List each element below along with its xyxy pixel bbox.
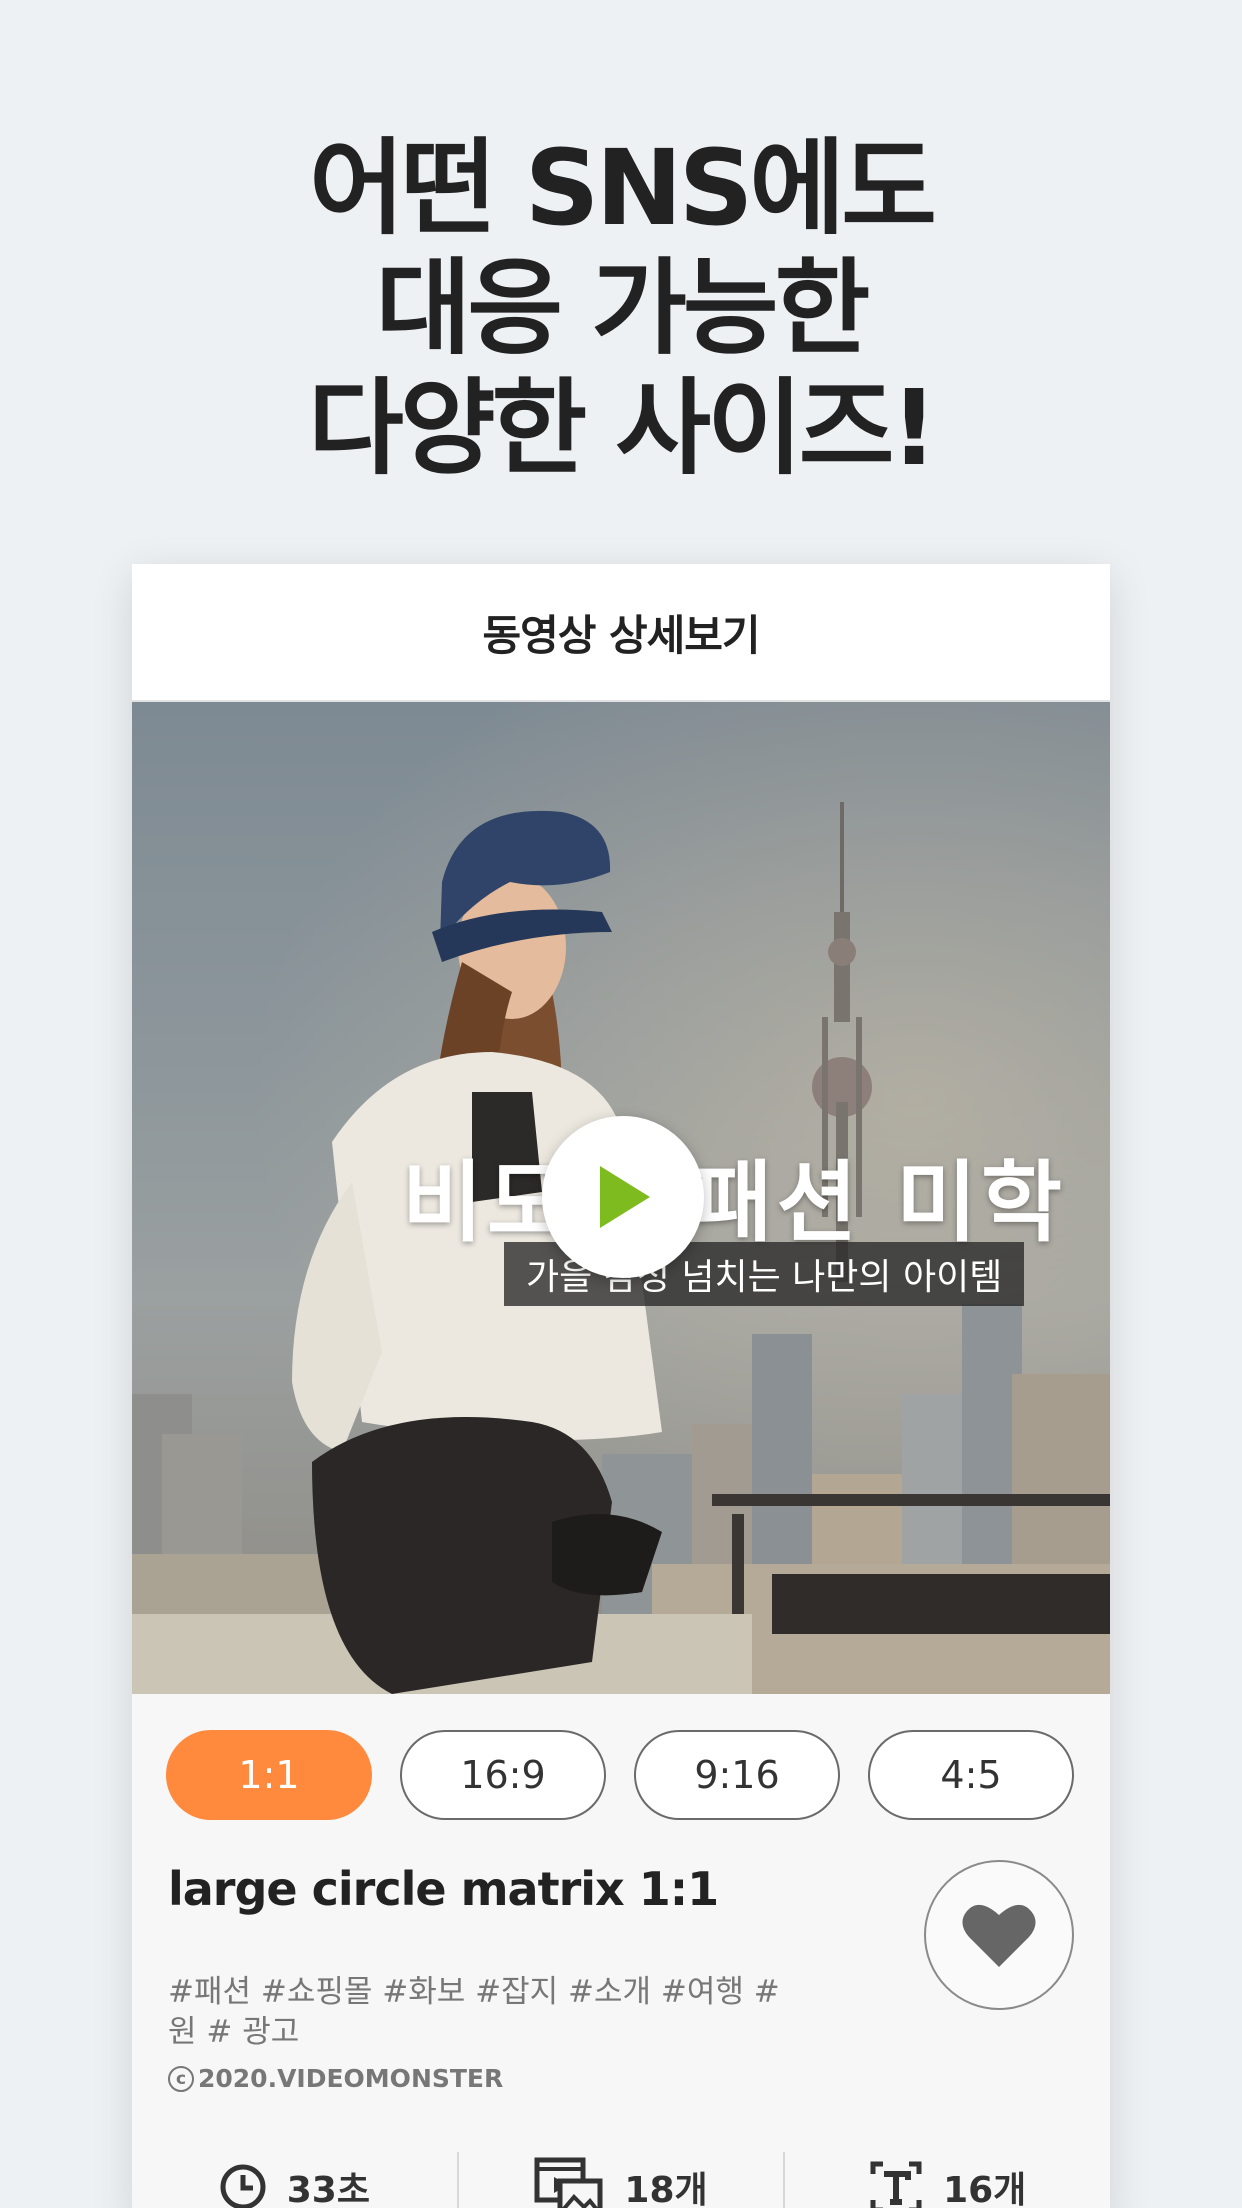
card-header-title: 동영상 상세보기 bbox=[482, 610, 760, 660]
template-title: large circle matrix 1:1 bbox=[168, 1862, 719, 1916]
ratio-label: 16:9 bbox=[460, 1753, 546, 1797]
card-header: 동영상 상세보기 bbox=[132, 564, 1110, 702]
like-button[interactable] bbox=[924, 1860, 1074, 2010]
ratio-label: 9:16 bbox=[694, 1753, 780, 1797]
stat-duration-value: 33초 bbox=[286, 2170, 370, 2208]
video-preview[interactable]: 비도시 패션 미학 가을 감성 넘치는 나만의 아이템 bbox=[132, 702, 1110, 1694]
copyright-text: 2020.VIDEOMONSTER bbox=[198, 2064, 504, 2093]
ratio-selector: 1:1 16:9 9:16 4:5 bbox=[166, 1730, 1074, 1820]
ratio-label: 1:1 bbox=[238, 1753, 300, 1797]
ratio-9-16-button[interactable]: 9:16 bbox=[634, 1730, 840, 1820]
text-icon bbox=[870, 2161, 922, 2208]
template-stats: 33초 18개 16개 bbox=[132, 2152, 1110, 2208]
headline-line-1: 어떤 SNS에도 bbox=[309, 127, 937, 249]
headline: 어떤 SNS에도 대응 가능한 다양한 사이즈! bbox=[0, 128, 1242, 488]
copyright-icon: c bbox=[168, 2065, 194, 2092]
stat-text: 16개 bbox=[785, 2152, 1110, 2208]
ratio-label: 4:5 bbox=[940, 1753, 1002, 1797]
video-overlay-title: 비도시 패션 미학 bbox=[402, 1151, 1066, 1254]
stat-text-value: 16개 bbox=[943, 2170, 1027, 2208]
media-icon bbox=[534, 2157, 603, 2208]
headline-line-2: 대응 가능한 bbox=[375, 247, 871, 369]
stat-duration: 33초 bbox=[132, 2152, 459, 2208]
stat-media-value: 18개 bbox=[624, 2170, 708, 2208]
ratio-16-9-button[interactable]: 16:9 bbox=[400, 1730, 606, 1820]
hashtags: #패션 #쇼핑몰 #화보 #잡지 #소개 #여행 #원 # 광고 bbox=[168, 1974, 780, 2050]
clock-icon bbox=[220, 2164, 266, 2208]
ratio-4-5-button[interactable]: 4:5 bbox=[868, 1730, 1074, 1820]
video-detail-card: 동영상 상세보기 비도시 패션 미학 가을 감성 넘치는 나만의 아이템 1:1… bbox=[132, 564, 1110, 2208]
heart-icon bbox=[962, 1904, 1036, 1967]
copyright: c 2020.VIDEOMONSTER bbox=[168, 2064, 503, 2093]
play-icon bbox=[600, 1166, 650, 1228]
play-button[interactable] bbox=[542, 1116, 704, 1278]
ratio-1-1-button[interactable]: 1:1 bbox=[166, 1730, 372, 1820]
headline-line-3: 다양한 사이즈! bbox=[308, 367, 938, 489]
stat-media: 18개 bbox=[459, 2152, 786, 2208]
